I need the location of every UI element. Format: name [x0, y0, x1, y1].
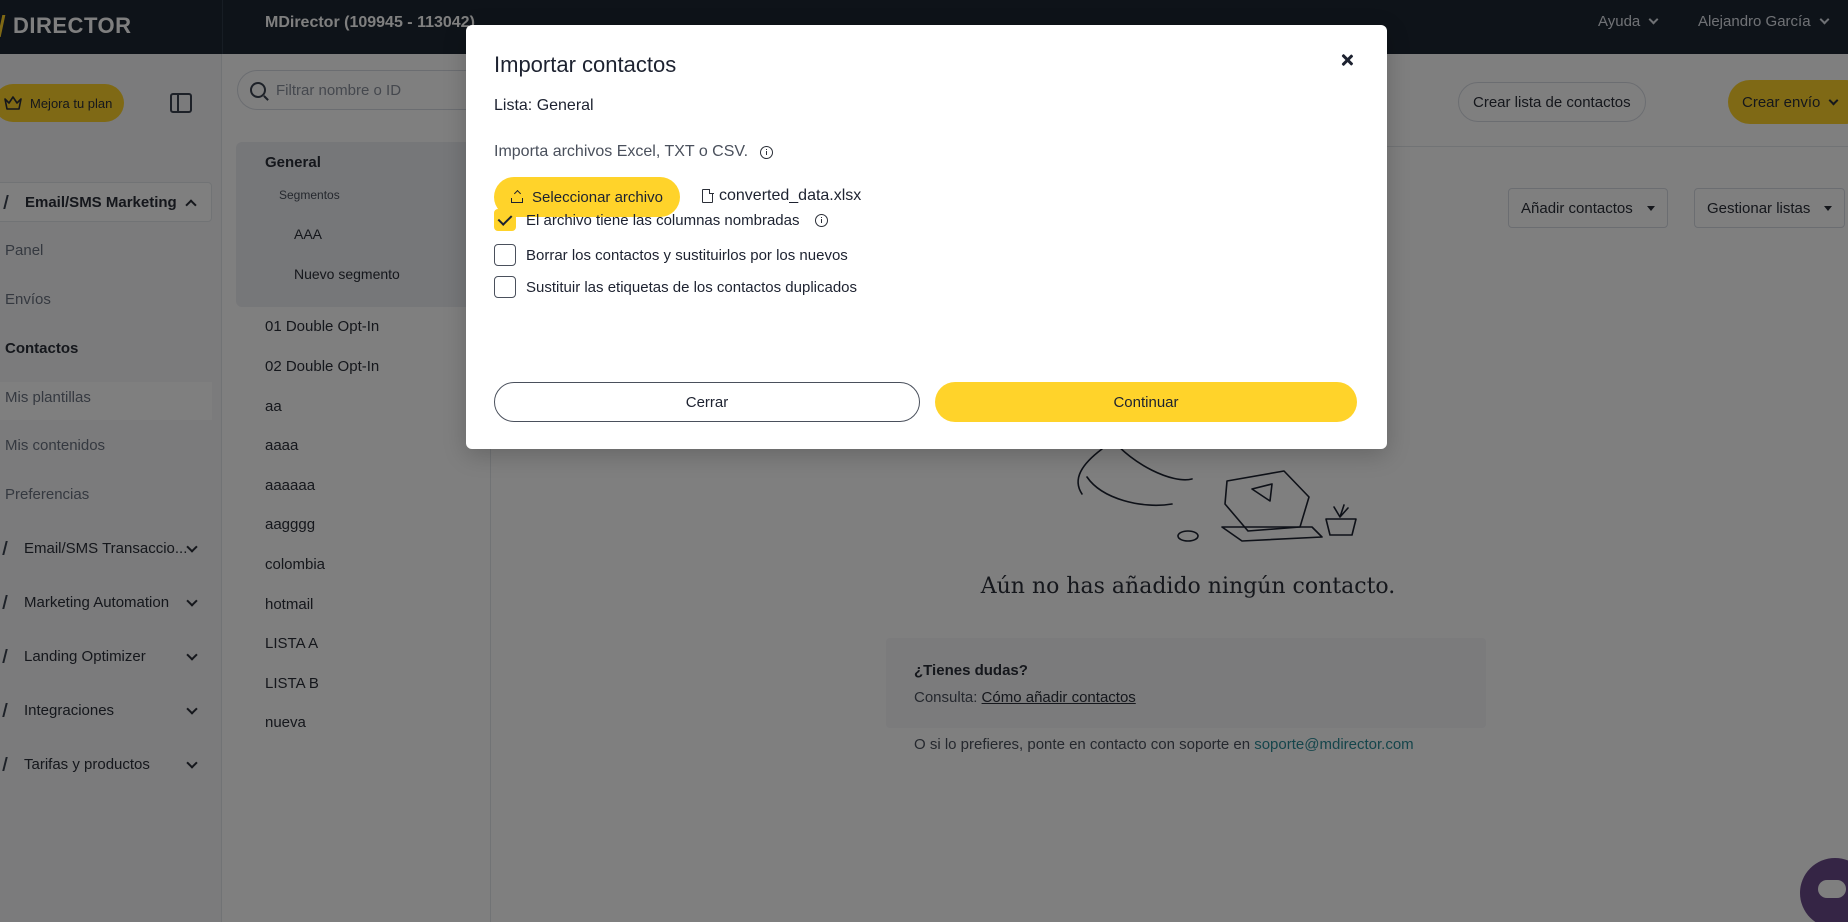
import-hint: Importa archivos Excel, TXT o CSV.: [494, 143, 774, 161]
option-label: Borrar los contactos y sustituirlos por …: [526, 246, 848, 264]
option-label: El archivo tiene las columnas nombradas: [526, 211, 800, 229]
option-named-columns[interactable]: El archivo tiene las columnas nombradas: [494, 209, 829, 231]
select-file-label: Seleccionar archivo: [532, 188, 663, 206]
info-icon[interactable]: [815, 213, 829, 227]
close-icon[interactable]: [1338, 51, 1356, 69]
selected-file: converted_data.xlsx: [702, 187, 861, 205]
replace-tags-checkbox[interactable]: [494, 276, 516, 298]
option-replace-tags[interactable]: Sustituir las etiquetas de los contactos…: [494, 276, 857, 298]
info-icon[interactable]: [760, 145, 774, 159]
file-name: converted_data.xlsx: [719, 187, 862, 204]
close-button[interactable]: Cerrar: [494, 382, 920, 422]
upload-icon: [511, 191, 524, 203]
list-label: Lista: General: [494, 97, 594, 114]
option-replace-contacts[interactable]: Borrar los contactos y sustituirlos por …: [494, 244, 848, 266]
import-contacts-modal: Importar contactos Lista: General Import…: [466, 25, 1387, 449]
modal-title: Importar contactos: [494, 52, 677, 77]
file-icon: [702, 188, 714, 203]
continue-button[interactable]: Continuar: [935, 382, 1357, 422]
named-columns-checkbox[interactable]: [494, 209, 516, 231]
replace-contacts-checkbox[interactable]: [494, 244, 516, 266]
option-label: Sustituir las etiquetas de los contactos…: [526, 278, 858, 296]
import-hint-text: Importa archivos Excel, TXT o CSV.: [494, 143, 749, 160]
